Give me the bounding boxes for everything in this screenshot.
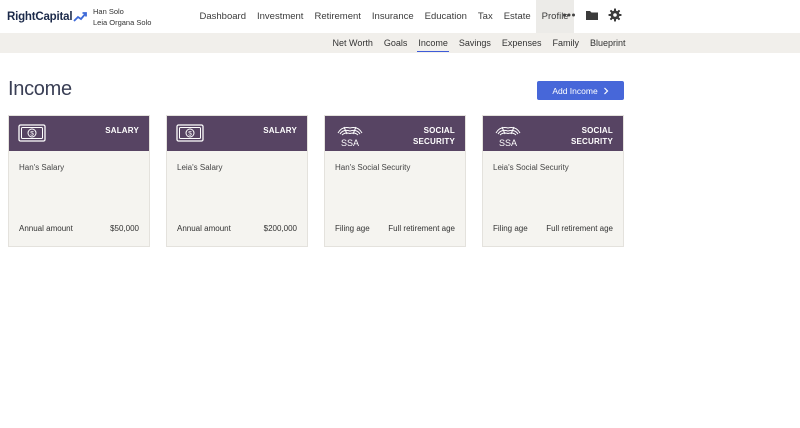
client-secondary-name: Leia Organa Solo — [93, 18, 152, 27]
card-footer-value: $50,000 — [110, 224, 139, 233]
gear-icon[interactable] — [608, 8, 622, 22]
card-footer: Filing age Full retirement age — [493, 224, 613, 233]
nav-dashboard[interactable]: Dashboard — [194, 0, 251, 33]
subnav-expenses[interactable]: Expenses — [496, 33, 547, 53]
svg-text:SSA: SSA — [341, 138, 359, 148]
card-type-label: SOCIAL SECURITY — [413, 125, 455, 147]
card-footer: Annual amount $200,000 — [177, 224, 297, 233]
nav-insurance[interactable]: Insurance — [366, 0, 419, 33]
card-footer: Filing age Full retirement age — [335, 224, 455, 233]
nav-investment[interactable]: Investment — [251, 0, 308, 33]
card-footer: Annual amount $50,000 — [19, 224, 139, 233]
sub-nav: Net Worth Goals Income Savings Expenses … — [327, 33, 631, 53]
subnav-income[interactable]: Income — [413, 33, 454, 53]
nav-estate[interactable]: Estate — [498, 0, 536, 33]
income-card-leias-social-security[interactable]: SSA SOCIAL SECURITY Leia's Social Securi… — [482, 115, 624, 247]
add-income-label: Add Income — [552, 85, 598, 96]
main-nav: Dashboard Investment Retirement Insuranc… — [194, 0, 575, 33]
nav-education[interactable]: Education — [419, 0, 472, 33]
card-footer-value: Full retirement age — [546, 224, 613, 233]
card-footer-label: Annual amount — [19, 224, 73, 233]
subnav-blueprint[interactable]: Blueprint — [584, 33, 631, 53]
card-type-line2: SECURITY — [412, 137, 455, 146]
card-type-line1: SOCIAL — [581, 126, 613, 135]
card-income-name: Han's Social Security — [335, 163, 411, 172]
card-type-line1: SOCIAL — [423, 126, 455, 135]
top-navigation-bar: RightCapital Han Solo Leia Organa Solo D… — [0, 0, 800, 33]
nav-tax[interactable]: Tax — [472, 0, 498, 33]
cash-icon: $ — [18, 124, 46, 142]
card-type-label: SOCIAL SECURITY — [571, 125, 613, 147]
card-header: SSA SOCIAL SECURITY — [325, 116, 465, 151]
card-footer-value: $200,000 — [263, 224, 297, 233]
subnav-savings[interactable]: Savings — [453, 33, 496, 53]
card-header: $ SALARY — [9, 116, 149, 151]
svg-text:SSA: SSA — [499, 138, 517, 148]
card-income-name: Leia's Social Security — [493, 163, 569, 172]
more-icon[interactable] — [562, 8, 576, 22]
card-header: SSA SOCIAL SECURITY — [483, 116, 623, 151]
folder-icon[interactable] — [585, 8, 599, 22]
card-footer-label: Annual amount — [177, 224, 231, 233]
card-type-line1: SALARY — [105, 126, 139, 135]
client-primary-name: Han Solo — [93, 7, 124, 16]
svg-text:$: $ — [188, 131, 192, 138]
client-names[interactable]: Han Solo Leia Organa Solo — [93, 6, 151, 28]
nav-icon-group — [562, 8, 622, 22]
subnav-family[interactable]: Family — [547, 33, 585, 53]
card-footer-value: Full retirement age — [388, 224, 455, 233]
card-type-line2: SECURITY — [570, 137, 613, 146]
chevron-right-icon — [603, 87, 609, 94]
rightcapital-logo[interactable]: RightCapital — [7, 8, 88, 26]
subnav-net-worth[interactable]: Net Worth — [327, 33, 378, 53]
ssa-icon: SSA — [337, 126, 363, 148]
income-card-hans-salary[interactable]: $ SALARY Han's Salary Annual amount $50,… — [8, 115, 150, 247]
card-header: $ SALARY — [167, 116, 307, 151]
income-card-hans-social-security[interactable]: SSA SOCIAL SECURITY Han's Social Securit… — [324, 115, 466, 247]
svg-text:$: $ — [30, 131, 34, 138]
card-income-name: Han's Salary — [19, 163, 65, 172]
sub-navigation-bar: Net Worth Goals Income Savings Expenses … — [0, 33, 800, 53]
income-card-leias-salary[interactable]: $ SALARY Leia's Salary Annual amount $20… — [166, 115, 308, 247]
card-income-name: Leia's Salary — [177, 163, 223, 172]
card-type-label: SALARY — [263, 125, 297, 136]
cash-icon: $ — [176, 124, 204, 142]
ssa-icon: SSA — [495, 126, 521, 148]
card-footer-label: Filing age — [493, 224, 528, 233]
page-title: Income — [8, 78, 72, 100]
card-type-line1: SALARY — [263, 126, 297, 135]
nav-retirement[interactable]: Retirement — [309, 0, 366, 33]
card-type-label: SALARY — [105, 125, 139, 136]
card-footer-label: Filing age — [335, 224, 370, 233]
logo-text: RightCapital — [7, 11, 73, 23]
logo-arrow-icon — [73, 12, 88, 22]
add-income-button[interactable]: Add Income — [537, 81, 624, 100]
subnav-goals[interactable]: Goals — [378, 33, 413, 53]
